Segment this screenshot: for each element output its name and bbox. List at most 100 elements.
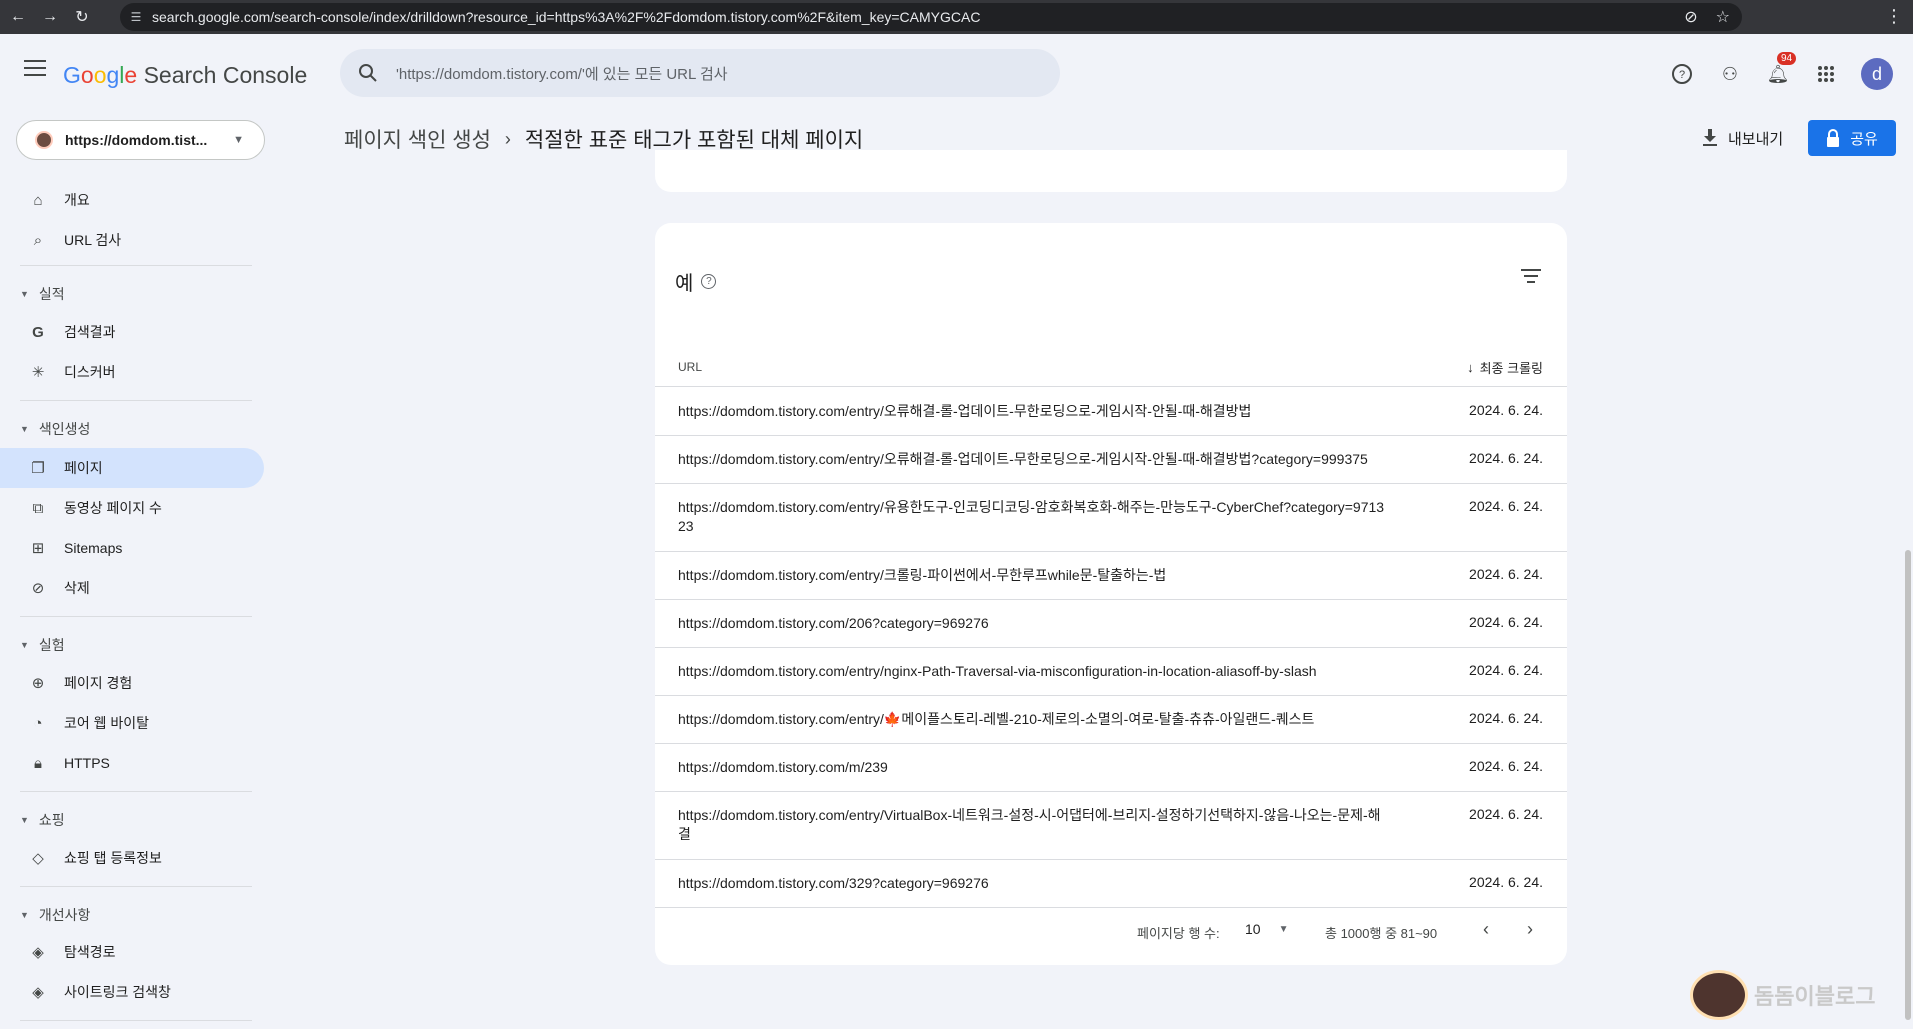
property-selector[interactable]: https://domdom.tist... ▼ (16, 120, 265, 160)
back-icon[interactable]: ← (4, 3, 32, 31)
sidebar-item-video-pages[interactable]: ⧉ 동영상 페이지 수 (0, 488, 264, 528)
sidebar-divider (20, 1020, 252, 1021)
row-date: 2024. 6. 24. (1469, 710, 1543, 726)
table-row[interactable]: https://domdom.tistory.com/entry/오류해결-롤-… (655, 388, 1567, 436)
previous-page-icon[interactable]: ‹ (1483, 919, 1489, 940)
browser-menu-icon[interactable]: ⋮ (1885, 6, 1903, 27)
help-icon[interactable]: ? (1669, 61, 1695, 87)
apps-grid-icon[interactable] (1813, 61, 1839, 87)
notifications-bell-icon[interactable]: 🔔︎ 94 (1765, 52, 1797, 87)
sidebar-item-url-inspection[interactable]: ⌕ URL 검사 (0, 220, 264, 260)
pagination: 페이지당 행 수: 10 ▼ 총 1000행 중 81~90 ‹ › (655, 911, 1567, 951)
filter-icon[interactable] (1521, 269, 1541, 287)
table-header: URL ↓ 최종 크롤링 (655, 347, 1567, 387)
site-info-icon[interactable]: ☰ (120, 10, 152, 24)
manage-users-icon[interactable]: ⚇ (1717, 61, 1743, 87)
share-button[interactable]: 공유 (1808, 120, 1896, 156)
row-url[interactable]: https://domdom.tistory.com/m/239 (678, 758, 1390, 777)
sidebar-item-removals[interactable]: ⊘ 삭제 (0, 568, 264, 608)
row-url[interactable]: https://domdom.tistory.com/entry/오류해결-롤-… (678, 450, 1390, 469)
forward-icon[interactable]: → (36, 3, 64, 31)
address-url: search.google.com/search-console/index/d… (152, 9, 981, 25)
sidebar-divider (20, 791, 252, 792)
collapse-triangle-icon: ▼ (20, 289, 29, 299)
eye-off-icon[interactable]: ⊘ (1684, 7, 1697, 27)
table-row[interactable]: https://domdom.tistory.com/entry/유용한도구-인… (655, 484, 1567, 552)
address-bar[interactable]: ☰ search.google.com/search-console/index… (120, 3, 1742, 31)
caret-down-icon: ▼ (233, 134, 244, 146)
row-url[interactable]: https://domdom.tistory.com/329?category=… (678, 874, 1390, 893)
row-url[interactable]: https://domdom.tistory.com/entry/유용한도구-인… (678, 498, 1390, 536)
row-url[interactable]: https://domdom.tistory.com/entry/Virtual… (678, 806, 1390, 844)
table-row[interactable]: https://domdom.tistory.com/entry/🍁메이플스토리… (655, 696, 1567, 744)
collapse-triangle-icon: ▼ (20, 815, 29, 825)
svg-text:?: ? (1679, 69, 1685, 81)
property-avatar (35, 131, 53, 149)
section-performance[interactable]: ▼ 실적 (20, 284, 65, 304)
section-enhancements[interactable]: ▼ 개선사항 (20, 905, 90, 925)
row-date: 2024. 6. 24. (1469, 806, 1543, 822)
breadcrumb-pages-link[interactable]: 페이지 색인 생성 (344, 124, 491, 154)
row-url[interactable]: https://domdom.tistory.com/206?category=… (678, 614, 1390, 633)
home-icon: ⌂ (33, 191, 43, 209)
examples-title: 예 (675, 273, 694, 295)
account-avatar[interactable]: d (1861, 58, 1893, 90)
url-inspect-search[interactable]: 'https://domdom.tistory.com/'에 있는 모든 URL… (340, 49, 1060, 97)
page-scrollbar[interactable] (1905, 550, 1911, 1020)
sidebar-item-pages[interactable]: ❐ 페이지 (0, 448, 264, 488)
row-date: 2024. 6. 24. (1469, 662, 1543, 678)
mascot-image (1690, 970, 1748, 1020)
table-row[interactable]: https://domdom.tistory.com/206?category=… (655, 600, 1567, 648)
sidebar-item-sitemaps[interactable]: ⊞ Sitemaps (0, 528, 264, 568)
next-page-icon[interactable]: › (1527, 919, 1533, 940)
section-experience[interactable]: ▼ 실험 (20, 635, 65, 655)
sidebar-item-shopping-listings[interactable]: ◇ 쇼핑 탭 등록정보 (0, 838, 264, 878)
property-label: https://domdom.tist... (65, 132, 208, 148)
row-url[interactable]: https://domdom.tistory.com/entry/🍁메이플스토리… (678, 710, 1390, 729)
sidebar-item-page-experience[interactable]: ⊕ 페이지 경험 (0, 663, 264, 703)
help-icon[interactable]: ? (701, 274, 717, 289)
column-last-crawled[interactable]: ↓ 최종 크롤링 (1467, 358, 1543, 377)
reload-icon[interactable]: ↻ (68, 3, 96, 31)
row-url[interactable]: https://domdom.tistory.com/entry/오류해결-롤-… (678, 402, 1390, 421)
previous-card-bottom (655, 150, 1567, 192)
table-row[interactable]: https://domdom.tistory.com/entry/오류해결-롤-… (655, 436, 1567, 484)
blog-watermark: 돔돔이블로그 (1690, 970, 1875, 1020)
row-url[interactable]: https://domdom.tistory.com/entry/nginx-P… (678, 662, 1390, 681)
hide-icon: ⊘ (31, 580, 45, 597)
table-row[interactable]: https://domdom.tistory.com/entry/nginx-P… (655, 648, 1567, 696)
table-row[interactable]: https://domdom.tistory.com/entry/크롤링-파이썬… (655, 552, 1567, 600)
sidebar-item-discover[interactable]: ✳ 디스커버 (0, 352, 264, 392)
export-button[interactable]: 내보내기 (1702, 120, 1783, 156)
arrow-down-icon: ↓ (1467, 360, 1474, 375)
collapse-triangle-icon: ▼ (20, 424, 29, 434)
lock-icon: 🔒︎ (34, 754, 42, 772)
section-shopping[interactable]: ▼ 쇼핑 (20, 810, 65, 830)
layers-icon: ◈ (32, 984, 44, 1001)
tag-icon: ◇ (32, 850, 44, 867)
table-row[interactable]: https://domdom.tistory.com/m/239 2024. 6… (655, 744, 1567, 792)
sidebar-item-breadcrumbs[interactable]: ◈ 탐색경로 (0, 932, 264, 972)
notification-badge: 94 (1777, 52, 1797, 65)
column-url[interactable]: URL (678, 360, 702, 374)
row-url[interactable]: https://domdom.tistory.com/entry/크롤링-파이썬… (678, 566, 1390, 585)
sidebar-item-overview[interactable]: ⌂ 개요 (0, 180, 264, 220)
app-header: Google Search Console 'https://domdom.ti… (0, 34, 1913, 160)
sitemap-icon: ⊞ (31, 540, 45, 557)
sidebar-item-sitelinks-searchbox[interactable]: ◈ 사이트링크 검색창 (0, 972, 264, 1012)
row-date: 2024. 6. 24. (1469, 450, 1543, 466)
share-label: 공유 (1850, 130, 1878, 148)
rows-per-page-select[interactable]: 10 ▼ (1245, 921, 1288, 937)
table-row[interactable]: https://domdom.tistory.com/entry/Virtual… (655, 792, 1567, 860)
search-console-logo[interactable]: Google Search Console (63, 62, 307, 89)
table-row[interactable]: https://domdom.tistory.com/329?category=… (655, 860, 1567, 908)
collapse-triangle-icon: ▼ (20, 910, 29, 920)
sidebar-item-core-web-vitals[interactable]: ◔ 코어 웹 바이탈 (0, 703, 264, 743)
section-indexing[interactable]: ▼ 색인생성 (20, 419, 90, 439)
hamburger-menu-icon[interactable] (24, 60, 46, 76)
google-g-icon: G (32, 323, 44, 341)
sidebar-item-search-results[interactable]: G 검색결과 (0, 312, 264, 352)
asterisk-icon: ✳ (31, 364, 45, 381)
sidebar-item-https[interactable]: 🔒︎ HTTPS (0, 743, 264, 783)
bookmark-star-icon[interactable]: ☆ (1716, 7, 1730, 27)
